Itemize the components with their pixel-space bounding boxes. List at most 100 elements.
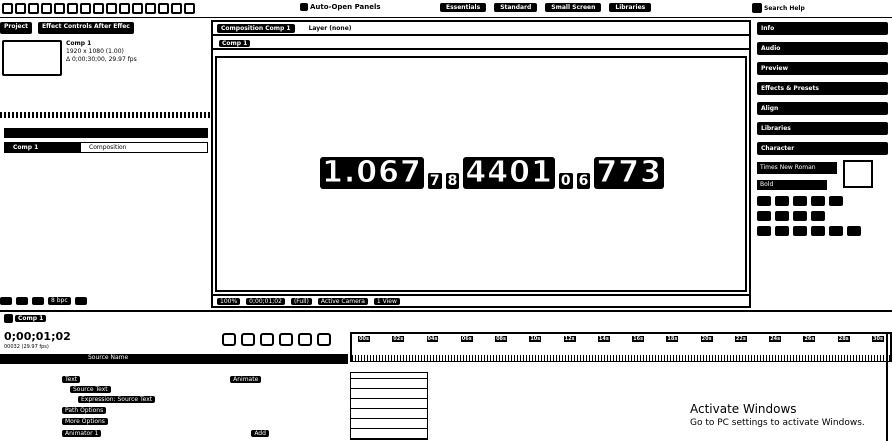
type-tool-icon[interactable] — [119, 3, 130, 14]
auto-open-panels[interactable]: Auto-Open Panels — [300, 3, 381, 11]
number-readout: 1.067 7 8 4401 0 6 773 — [320, 155, 665, 190]
add-button[interactable]: Add — [251, 429, 269, 437]
views-select[interactable]: 1 View — [373, 297, 400, 305]
work-area-bar[interactable] — [352, 355, 890, 361]
camera-tool-icon[interactable] — [67, 3, 78, 14]
close-icon[interactable] — [4, 314, 13, 323]
panel-align[interactable]: Align — [757, 102, 888, 115]
timeline-tab[interactable]: Comp 1 — [4, 314, 47, 323]
new-comp-icon[interactable] — [32, 297, 44, 305]
timeline-row-path-options[interactable]: Path Options — [0, 405, 348, 415]
tab-composition[interactable]: Composition Comp 1 — [217, 23, 295, 33]
readout-sep-4: 6 — [576, 173, 591, 189]
checkbox-icon[interactable] — [300, 3, 308, 11]
project-item-row[interactable]: Comp 1 Composition — [4, 142, 208, 153]
panel-preview[interactable]: Preview — [757, 62, 888, 75]
tab-layer[interactable]: Layer (none) — [309, 25, 352, 32]
motion-blur-icon[interactable] — [298, 333, 312, 346]
draft-3d-icon[interactable] — [241, 333, 255, 346]
tsume-icon[interactable] — [811, 211, 825, 221]
timeline-row-expression[interactable]: Expression: Source Text — [0, 394, 348, 404]
interpret-footage-icon[interactable] — [0, 297, 12, 305]
ruler-tick: 28s — [837, 336, 850, 342]
new-folder-icon[interactable] — [16, 297, 28, 305]
shy-icon[interactable] — [260, 333, 274, 346]
subtab-comp[interactable]: Comp 1 — [219, 40, 251, 47]
delete-icon[interactable] — [74, 297, 87, 305]
horizontal-scale-icon[interactable] — [775, 211, 789, 221]
tab-project[interactable]: Project — [0, 22, 33, 34]
timeline-row-more-options[interactable]: More Options — [0, 416, 348, 426]
brush-tool-icon[interactable] — [132, 3, 143, 14]
panel-info[interactable]: Info — [757, 22, 888, 35]
roto-tool-icon[interactable] — [171, 3, 182, 14]
tracking-icon[interactable] — [811, 196, 825, 206]
layer-duration-bars[interactable] — [350, 372, 428, 440]
graph-editor-icon[interactable] — [317, 333, 331, 346]
eraser-tool-icon[interactable] — [158, 3, 169, 14]
ruler-tick: 14s — [597, 336, 610, 342]
character-row-2 — [757, 211, 887, 221]
layer-text-row[interactable]: Text Animate — [0, 374, 348, 384]
timeline-timecode[interactable]: 0;00;01;02 — [4, 330, 71, 343]
leading-icon[interactable] — [775, 196, 789, 206]
magnification-select[interactable]: 100% — [217, 297, 241, 305]
readout-sep-2: 8 — [445, 173, 460, 189]
comp-info-duration: Δ 0;00;30;00, 29.97 fps — [66, 56, 137, 63]
superscript-icon[interactable] — [829, 226, 843, 236]
panel-libraries[interactable]: Libraries — [757, 122, 888, 135]
tab-effect-controls[interactable]: Effect Controls After Effec — [38, 22, 134, 34]
zoom-tool-icon[interactable] — [41, 3, 52, 14]
ruler-tick: 20s — [700, 336, 713, 342]
selection-tool-icon[interactable] — [15, 3, 26, 14]
animate-button[interactable]: Animate — [230, 375, 262, 383]
vertical-scale-icon[interactable] — [757, 211, 771, 221]
rotate-tool-icon[interactable] — [54, 3, 65, 14]
italic-icon[interactable] — [775, 226, 789, 236]
font-style-select[interactable]: Bold — [757, 180, 827, 190]
font-family-select[interactable]: Times New Roman — [757, 162, 837, 174]
readout-value-2: 4401 — [463, 155, 555, 190]
pen-tool-icon[interactable] — [106, 3, 117, 14]
search-help[interactable]: Search Help — [752, 3, 805, 13]
workspace-small-screen[interactable]: Small Screen — [545, 3, 602, 12]
caps-icon[interactable] — [793, 226, 807, 236]
workspace-libraries[interactable]: Libraries — [609, 3, 652, 12]
panel-character[interactable]: Character — [757, 142, 888, 155]
baseline-icon[interactable] — [793, 211, 807, 221]
viewer-timecode[interactable]: 0;00;01;02 — [246, 297, 285, 305]
timeline-row-animator[interactable]: Animator 1 Add — [0, 428, 348, 438]
current-time-indicator[interactable] — [886, 332, 888, 441]
clone-tool-icon[interactable] — [145, 3, 156, 14]
bpc-button[interactable]: 8 bpc — [48, 297, 71, 305]
bold-icon[interactable] — [757, 226, 771, 236]
workspace-standard[interactable]: Standard — [494, 3, 538, 12]
rectangle-tool-icon[interactable] — [93, 3, 104, 14]
comp-flowchart-icon[interactable] — [222, 333, 236, 346]
subscript-icon[interactable] — [847, 226, 861, 236]
workspace-essentials[interactable]: Essentials — [440, 3, 487, 12]
hand-tool-icon[interactable] — [28, 3, 39, 14]
text-group-label: Text — [62, 375, 81, 383]
color-swatch[interactable] — [843, 160, 873, 188]
ruler-tick: 08s — [495, 336, 507, 342]
project-search-bar[interactable] — [0, 112, 210, 118]
puppet-tool-icon[interactable] — [184, 3, 195, 14]
ruler-tick: 16s — [632, 336, 645, 342]
font-size-icon[interactable] — [757, 196, 771, 206]
frame-blending-icon[interactable] — [279, 333, 293, 346]
small-caps-icon[interactable] — [811, 226, 825, 236]
ruler-tick: 30s — [871, 336, 884, 342]
panel-effects-presets[interactable]: Effects & Presets — [757, 82, 888, 95]
stroke-icon[interactable] — [829, 196, 843, 206]
property-animator: Animator 1 — [62, 429, 102, 437]
pan-behind-tool-icon[interactable] — [80, 3, 91, 14]
camera-select[interactable]: Active Camera — [317, 297, 368, 305]
panel-audio[interactable]: Audio — [757, 42, 888, 55]
kerning-icon[interactable] — [793, 196, 807, 206]
home-icon[interactable] — [2, 3, 13, 14]
resolution-select[interactable]: (Full) — [290, 297, 312, 305]
timeline-row-source-text[interactable]: Source Text — [0, 384, 348, 394]
readout-value-3: 773 — [594, 155, 665, 190]
ruler-tick: 10s — [529, 336, 542, 342]
